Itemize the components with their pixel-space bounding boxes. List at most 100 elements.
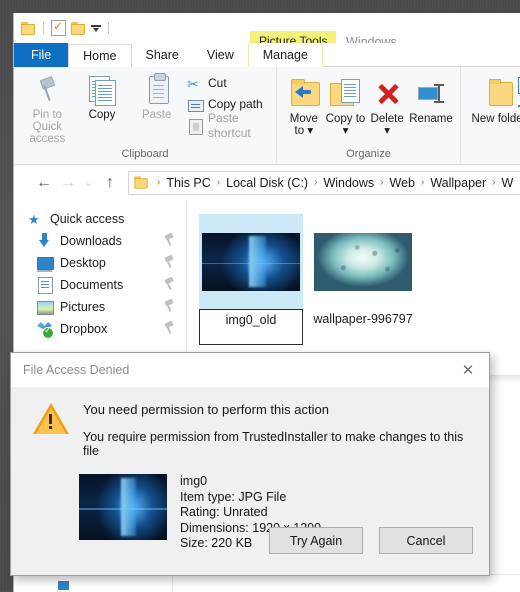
- tab-home[interactable]: Home: [68, 44, 132, 68]
- pin-icon[interactable]: [163, 300, 174, 312]
- copy-label: Copy: [88, 109, 116, 121]
- sidebar-item-documents[interactable]: Documents: [14, 274, 186, 296]
- new-folder-icon: [483, 78, 515, 110]
- paste-button[interactable]: Paste: [129, 72, 184, 123]
- move-to-button[interactable]: Move to ▾: [283, 76, 325, 139]
- back-button[interactable]: ←: [32, 172, 56, 194]
- new-folder-icon[interactable]: [71, 21, 86, 35]
- qat-separator-2: [108, 22, 109, 34]
- breadcrumb-separator-5: ›: [492, 177, 496, 188]
- file-tile-selected[interactable]: img0_old: [199, 214, 303, 345]
- address-bar: ← → ⌄ ↑ › This PC › Local Disk (C:) › Wi…: [14, 165, 520, 200]
- recent-locations-button[interactable]: ⌄: [80, 172, 98, 194]
- tab-file[interactable]: File: [14, 43, 69, 67]
- file-detail-name: img0: [180, 474, 208, 488]
- forward-button[interactable]: →: [56, 172, 80, 194]
- breadcrumb-web[interactable]: Web: [389, 176, 416, 190]
- rename-label: Rename: [409, 113, 453, 125]
- ribbon: Pin to Quick access Copy Paste ✂ Cut Cop…: [14, 67, 520, 165]
- new-folder-button[interactable]: New folder: [467, 76, 520, 127]
- cut-label: Cut: [208, 76, 227, 90]
- breadcrumb-wallpaper[interactable]: Wallpaper: [429, 176, 487, 190]
- pin-icon[interactable]: [163, 278, 174, 290]
- pin-icon[interactable]: [163, 322, 174, 334]
- quick-access-star-icon: ★: [28, 212, 40, 227]
- delete-text: Delete: [370, 113, 404, 125]
- pin-to-quick-access-label: Pin to Quick access: [29, 109, 66, 145]
- file-name-editbox[interactable]: img0_old: [199, 309, 303, 345]
- breadcrumb-truncated[interactable]: W: [501, 176, 515, 190]
- tab-manage[interactable]: Manage: [247, 44, 323, 67]
- pin-icon: [31, 74, 63, 106]
- breadcrumb[interactable]: › This PC › Local Disk (C:) › Windows › …: [128, 170, 520, 195]
- copy-button[interactable]: Copy: [75, 72, 130, 123]
- file-name-label: img0_old: [225, 313, 277, 327]
- sidebar-item-dropbox[interactable]: Dropbox: [14, 318, 186, 340]
- cancel-button[interactable]: Cancel: [379, 527, 473, 554]
- thumbnail-wrapper: [199, 214, 303, 309]
- ribbon-group-clipboard: Pin to Quick access Copy Paste ✂ Cut Cop…: [14, 67, 276, 164]
- copy-to-icon: [329, 78, 361, 110]
- downloads-arrow-icon: [36, 233, 54, 249]
- paste-shortcut-label: Paste shortcut: [208, 110, 251, 140]
- delete-button[interactable]: Delete ▾: [366, 76, 408, 139]
- try-again-button[interactable]: Try Again: [269, 527, 363, 554]
- move-to-icon: [288, 78, 320, 110]
- up-button[interactable]: ↑: [98, 172, 122, 194]
- breadcrumb-separator-1: ›: [216, 177, 221, 188]
- dialog-title: File Access Denied: [23, 363, 130, 377]
- file-list-pane: img0_old wallpaper-996797: [187, 200, 520, 375]
- delete-x-icon: [371, 78, 403, 110]
- breadcrumb-separator-0: ›: [157, 177, 161, 188]
- sidebar-item-downloads[interactable]: Downloads: [14, 230, 186, 252]
- pin-to-quick-access-button[interactable]: Pin to Quick access: [20, 72, 75, 147]
- pin-icon[interactable]: [163, 234, 174, 246]
- breadcrumb-this-pc[interactable]: This PC: [165, 176, 211, 190]
- documents-icon: [36, 277, 54, 294]
- close-icon[interactable]: ✕: [447, 353, 489, 387]
- file-tile[interactable]: wallpaper-996797: [311, 214, 415, 328]
- file-preview-thumbnail: [79, 474, 167, 540]
- file-name-label: wallpaper-996797: [313, 312, 413, 326]
- tab-strip-filler: [322, 42, 520, 67]
- file-detail-item-type: Item type: JPG File: [180, 489, 287, 504]
- dialog-button-row: Try Again Cancel: [269, 527, 473, 554]
- pictures-icon: [36, 299, 54, 315]
- sidebar-label-documents: Documents: [60, 278, 124, 292]
- breadcrumb-local-disk[interactable]: Local Disk (C:): [225, 176, 309, 190]
- dropbox-icon: [36, 321, 54, 339]
- explorer-lower-strip: [14, 574, 520, 592]
- ribbon-tab-strip: File Home Share View Manage: [14, 42, 520, 68]
- tab-share[interactable]: Share: [132, 44, 193, 67]
- sidebar-item-pictures[interactable]: Pictures: [14, 296, 186, 318]
- qat-separator: [43, 22, 44, 34]
- explorer-content: ★ Quick access Downloads Desktop Documen…: [14, 200, 520, 375]
- copy-to-text: Copy to: [325, 113, 366, 125]
- dialog-title-bar: File Access Denied ✕: [11, 353, 489, 387]
- rename-button[interactable]: Rename: [408, 76, 454, 127]
- cut-button[interactable]: ✂ Cut: [187, 74, 270, 93]
- folder-icon[interactable]: [21, 21, 36, 35]
- thumbnail-wrapper: [311, 214, 415, 309]
- file-detail-rating: Rating: Unrated: [180, 505, 268, 519]
- paste-shortcut-button[interactable]: Paste shortcut: [187, 111, 270, 140]
- sidebar-label-pictures: Pictures: [60, 300, 106, 314]
- group-label-new: [461, 160, 520, 162]
- sidebar-item-icon: [58, 581, 69, 590]
- sidebar-item-desktop[interactable]: Desktop: [14, 252, 186, 274]
- breadcrumb-windows[interactable]: Windows: [322, 176, 375, 190]
- properties-icon[interactable]: [51, 19, 66, 36]
- dialog-primary-message: You need permission to perform this acti…: [83, 402, 329, 417]
- sidebar-item-quick-access[interactable]: ★ Quick access: [14, 208, 186, 230]
- sidebar-label-desktop: Desktop: [60, 256, 106, 270]
- ribbon-group-new: New folder: [460, 67, 520, 164]
- move-to-label: Move to ▾: [289, 113, 318, 137]
- pane-divider: [172, 575, 173, 592]
- copy-to-button[interactable]: Copy to ▾: [325, 76, 367, 139]
- copy-path-icon: [187, 97, 205, 113]
- pin-icon[interactable]: [163, 256, 174, 268]
- tab-view[interactable]: View: [193, 44, 248, 67]
- sidebar-label-quick-access: Quick access: [50, 212, 125, 226]
- customize-dropdown-icon[interactable]: [91, 23, 101, 33]
- copy-icon: [86, 74, 118, 106]
